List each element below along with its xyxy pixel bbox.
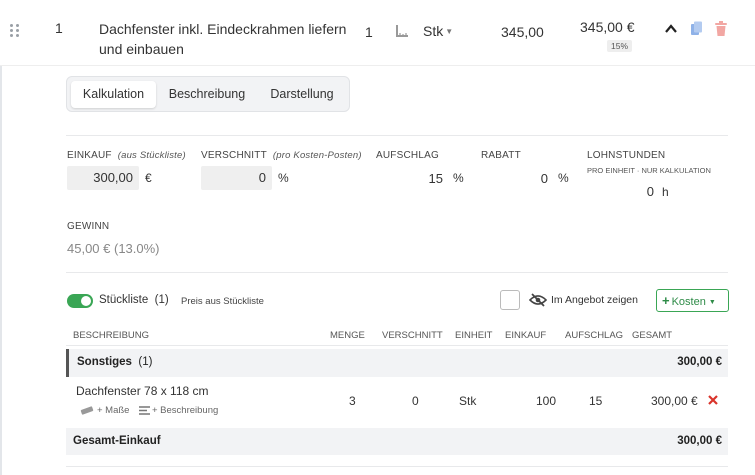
lohnstunden-input[interactable]: 0 <box>587 184 654 199</box>
divider <box>66 135 728 136</box>
unit-value: Stk <box>423 23 444 39</box>
item-gesamt: 300,00 € <box>651 394 698 408</box>
einkauf-input[interactable]: 300,00 <box>67 166 139 190</box>
verschnitt-unit: % <box>278 171 289 185</box>
position-quantity[interactable]: 1 <box>365 24 373 40</box>
measure-icon[interactable] <box>395 24 409 38</box>
col-header-verschnitt: VERSCHNITT <box>382 330 443 341</box>
add-dimensions-link[interactable]: + Maße <box>97 405 129 416</box>
verschnitt-label: VERSCHNITT (pro Kosten-Posten) <box>201 150 362 161</box>
group-row[interactable]: Sonstiges (1) 300,00 € <box>66 349 728 377</box>
price-from-list-hint: Preis aus Stückliste <box>181 296 264 307</box>
tab-kalkulation[interactable]: Kalkulation <box>71 81 156 108</box>
unit-price[interactable]: 345,00 <box>501 24 544 40</box>
lohnstunden-label: LOHNSTUNDEN <box>587 150 666 161</box>
caret-down-icon: ▼ <box>708 299 716 306</box>
stueckliste-toggle[interactable] <box>67 294 93 308</box>
item-aufschlag[interactable]: 15 <box>589 394 602 408</box>
rabatt-label: RABATT <box>481 150 521 161</box>
caret-down-icon: ▼ <box>445 27 454 36</box>
col-header-aufschlag: AUFSCHLAG <box>565 330 624 341</box>
rabatt-unit: % <box>558 171 569 185</box>
position-number: 1 <box>55 20 63 36</box>
drag-handle-icon[interactable] <box>10 24 20 38</box>
total-row: Gesamt-Einkauf 300,00 € <box>66 428 728 455</box>
einkauf-label: EINKAUF (aus Stückliste) <box>67 150 186 161</box>
item-verschnitt[interactable]: 0 <box>412 394 419 408</box>
lohnstunden-unit: h <box>662 185 669 199</box>
trash-icon[interactable] <box>715 21 727 36</box>
lohnstunden-hint: PRO EINHEIT · NUR KALKULATION <box>587 166 711 175</box>
aufschlag-label: AUFSCHLAG <box>376 150 439 161</box>
divider <box>66 345 728 346</box>
position-title[interactable]: Dachfenster inkl. Eindeckrahmen liefern … <box>99 19 346 59</box>
chevron-up-icon[interactable] <box>665 24 677 34</box>
position-title-line2: und einbauen <box>99 41 184 57</box>
group-name: Sonstiges (1) <box>77 356 153 368</box>
show-in-offer-checkbox[interactable] <box>500 290 520 310</box>
item-einkauf[interactable]: 100 <box>536 394 556 408</box>
tab-beschreibung[interactable]: Beschreibung <box>160 81 254 108</box>
item-menge[interactable]: 3 <box>349 394 356 408</box>
tab-bar: Kalkulation Beschreibung Darstellung <box>66 76 350 112</box>
stueckliste-label: Stückliste (1) <box>99 294 169 306</box>
add-description-link[interactable]: + Beschreibung <box>152 405 218 416</box>
plus-icon: + <box>662 293 670 308</box>
gewinn-label: GEWINN <box>67 221 110 232</box>
left-border <box>0 0 2 475</box>
col-header-einheit: EINHEIT <box>455 330 493 341</box>
col-header-einkauf: EINKAUF <box>505 330 547 341</box>
rabatt-input[interactable]: 0 <box>481 171 548 186</box>
add-costs-button[interactable]: + Kosten ▼ <box>656 289 729 312</box>
markup-badge: 15% <box>607 40 633 52</box>
total-label: Gesamt-Einkauf <box>73 435 161 447</box>
text-lines-icon <box>139 406 150 415</box>
unit-select[interactable]: Stk ▼ <box>423 23 453 39</box>
aufschlag-unit: % <box>453 171 464 185</box>
position-row: 1 Dachfenster inkl. Eindeckrahmen liefer… <box>0 0 755 66</box>
show-in-offer-label: Im Angebot zeigen <box>551 294 638 306</box>
col-header-beschreibung: BESCHREIBUNG <box>73 330 150 341</box>
ruler-icon <box>80 406 94 415</box>
gewinn-value: 45,00 € (13.0%) <box>67 241 160 256</box>
einkauf-unit: € <box>145 171 152 185</box>
divider <box>66 466 728 467</box>
position-title-line1: Dachfenster inkl. Eindeckrahmen liefern <box>99 21 347 37</box>
verschnitt-input[interactable]: 0 <box>201 166 272 190</box>
copy-icon[interactable] <box>690 21 703 36</box>
group-total: 300,00 € <box>677 356 722 368</box>
col-header-gesamt: GESAMT <box>632 330 673 341</box>
aufschlag-input[interactable]: 15 <box>376 171 443 186</box>
col-header-menge: MENGE <box>330 330 365 341</box>
total-value: 300,00 € <box>677 435 722 447</box>
position-total: 345,00 € <box>580 19 635 35</box>
item-description[interactable]: Dachfenster 78 x 118 cm <box>76 384 209 398</box>
item-einheit[interactable]: Stk <box>459 394 476 408</box>
remove-icon[interactable] <box>708 395 718 405</box>
add-costs-label: Kosten <box>671 296 706 308</box>
eye-slash-icon <box>529 293 547 307</box>
tab-darstellung[interactable]: Darstellung <box>258 81 346 108</box>
divider <box>66 272 728 273</box>
